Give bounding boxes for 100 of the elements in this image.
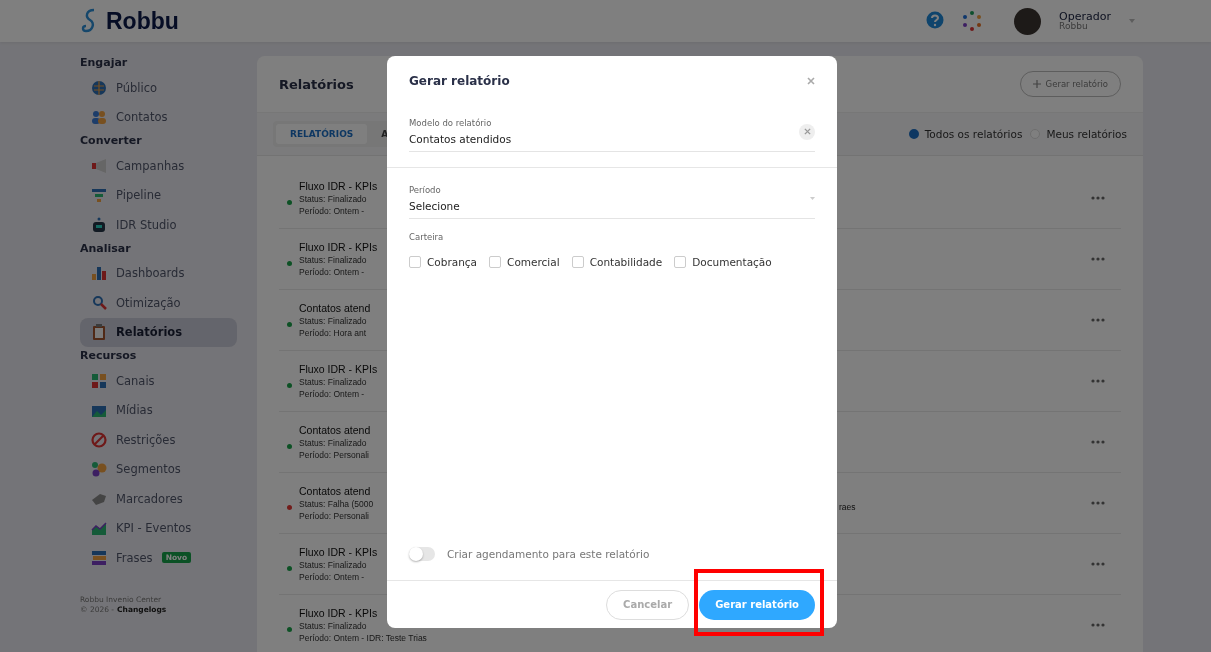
sidebar-item-label: Contatos [116,110,168,125]
sidebar-item-label: Marcadores [116,491,183,506]
report-title: Fluxo IDR - KPIs [299,180,378,192]
period-select[interactable]: Período Selecione [409,185,815,219]
checkbox-option[interactable]: Contabilidade [571,256,663,268]
checkbox-option[interactable]: Documentação [674,256,772,268]
sidebar-item[interactable]: Contatos [80,102,237,132]
more-icon [1091,623,1105,627]
checkbox[interactable] [571,256,584,268]
sidebar-item[interactable]: Pipeline [80,180,237,210]
sidebar-item[interactable]: Marcadores [80,484,237,514]
sidebar-item[interactable]: KPI - Eventos [80,513,237,543]
checkbox[interactable] [674,256,687,268]
sidebar-item[interactable]: IDR Studio [80,210,237,240]
sidebar-item[interactable]: Relatórios [80,317,237,347]
sidebar-item[interactable]: Público [80,73,237,103]
report-period: Período: Personali [299,450,369,460]
close-icon [803,128,811,135]
more-icon [1091,318,1105,322]
filter-radio[interactable]: Meus relatórios [1030,128,1127,140]
sidebar-item-label: Dashboards [116,266,185,281]
checkbox-option[interactable]: Comercial [489,256,560,268]
report-status: Status: Finalizado [299,194,367,204]
prohibited-icon [91,431,107,448]
people-icon [91,109,107,126]
field-value: Contatos atendidos [409,133,513,145]
megaphone-icon [91,157,107,174]
report-period: Período: Ontem - IDR: Teste Trias [299,633,427,643]
funnel-icon [91,187,107,204]
radio-label: Meus relatórios [1046,128,1127,140]
logo-text: Robbu [106,7,179,35]
plus-icon [1032,80,1041,88]
help-icon[interactable] [926,11,945,31]
user-name: Operador [1059,10,1111,23]
report-model-field[interactable]: Modelo do relatório Contatos atendidos [409,118,815,152]
sidebar-item-label: Canais [116,373,155,388]
report-title: Contatos atend [299,302,371,314]
generate-button[interactable]: Gerar relatório [699,589,815,620]
report-period: Período: Ontem - [299,572,365,582]
more-icon [1091,501,1105,505]
close-button[interactable] [807,77,815,85]
apps-icon[interactable] [962,11,983,31]
sidebar-item[interactable]: Segmentos [80,454,237,484]
report-status: Status: Finalizado [299,621,367,631]
sidebar-item-label: Segmentos [116,462,181,477]
robot-icon [91,216,107,233]
sidebar-section-title: Analisar [80,241,132,255]
checkbox-option[interactable]: Cobrança [409,256,478,268]
report-status: Status: Finalizado [299,255,367,265]
sidebar-section-title: Recursos [80,349,138,362]
sidebar-item-label: IDR Studio [116,217,177,232]
report-detail: raes [839,502,856,512]
line-chart-icon [91,520,107,537]
sidebar-item-label: Frases [116,550,153,565]
close-icon [807,77,815,85]
sidebar-section-title: Converter [80,134,143,147]
caret-icon[interactable] [1129,19,1135,23]
report-period: Período: Hora ant [299,328,367,338]
sidebar-item[interactable]: Otimização [80,288,237,318]
report-period: Período: Ontem - [299,389,365,399]
report-status: Status: Finalizado [299,438,367,448]
checkbox-label: Cobrança [427,256,478,268]
toggle-switch[interactable] [409,547,435,561]
page-title: Relatórios [279,76,354,92]
cancel-button[interactable]: Cancelar [606,589,690,620]
report-status: Status: Finalizado [299,316,367,326]
report-period: Período: Personali [299,511,369,521]
sidebar-item[interactable]: Mídias [80,395,237,425]
books-icon [91,549,107,566]
field-label: Carteira [409,232,445,242]
globe-icon [91,79,107,96]
checkbox[interactable] [409,256,421,268]
report-title: Fluxo IDR - KPIs [299,607,378,619]
report-title: Contatos atend [299,485,371,497]
clipboard-icon [91,324,107,341]
report-period: Período: Ontem - [299,267,365,277]
magnifier-icon [91,294,107,311]
sidebar-item-label: Restrições [116,432,176,447]
sidebar-item[interactable]: Canais [80,366,237,396]
tab[interactable]: RELATÓRIOS [276,124,368,144]
report-period: Período: Ontem - [299,206,365,216]
report-title: Fluxo IDR - KPIs [299,546,378,558]
checkbox[interactable] [489,256,502,268]
sidebar-item[interactable]: Campanhas [80,151,237,181]
generate-report-button[interactable]: Gerar relatório [1019,71,1121,97]
sidebar-item[interactable]: Restrições [80,425,237,455]
avatar[interactable] [1014,7,1042,35]
checkbox-label: Documentação [692,256,772,268]
sidebar-item-label: Mídias [116,403,153,418]
report-status: Status: Finalizado [299,377,367,387]
toggle-label: Criar agendamento para este relatório [447,548,650,560]
sidebar-item-label: Pipeline [116,188,161,203]
clear-button[interactable] [799,123,815,140]
checkbox-label: Comercial [507,256,560,268]
radio-button[interactable] [908,129,919,139]
report-status: Status: Finalizado [299,560,367,570]
report-title: Fluxo IDR - KPIs [299,241,378,253]
more-icon [1091,562,1105,566]
sidebar-item[interactable]: Dashboards [80,258,237,288]
bar-chart-icon [91,265,107,282]
